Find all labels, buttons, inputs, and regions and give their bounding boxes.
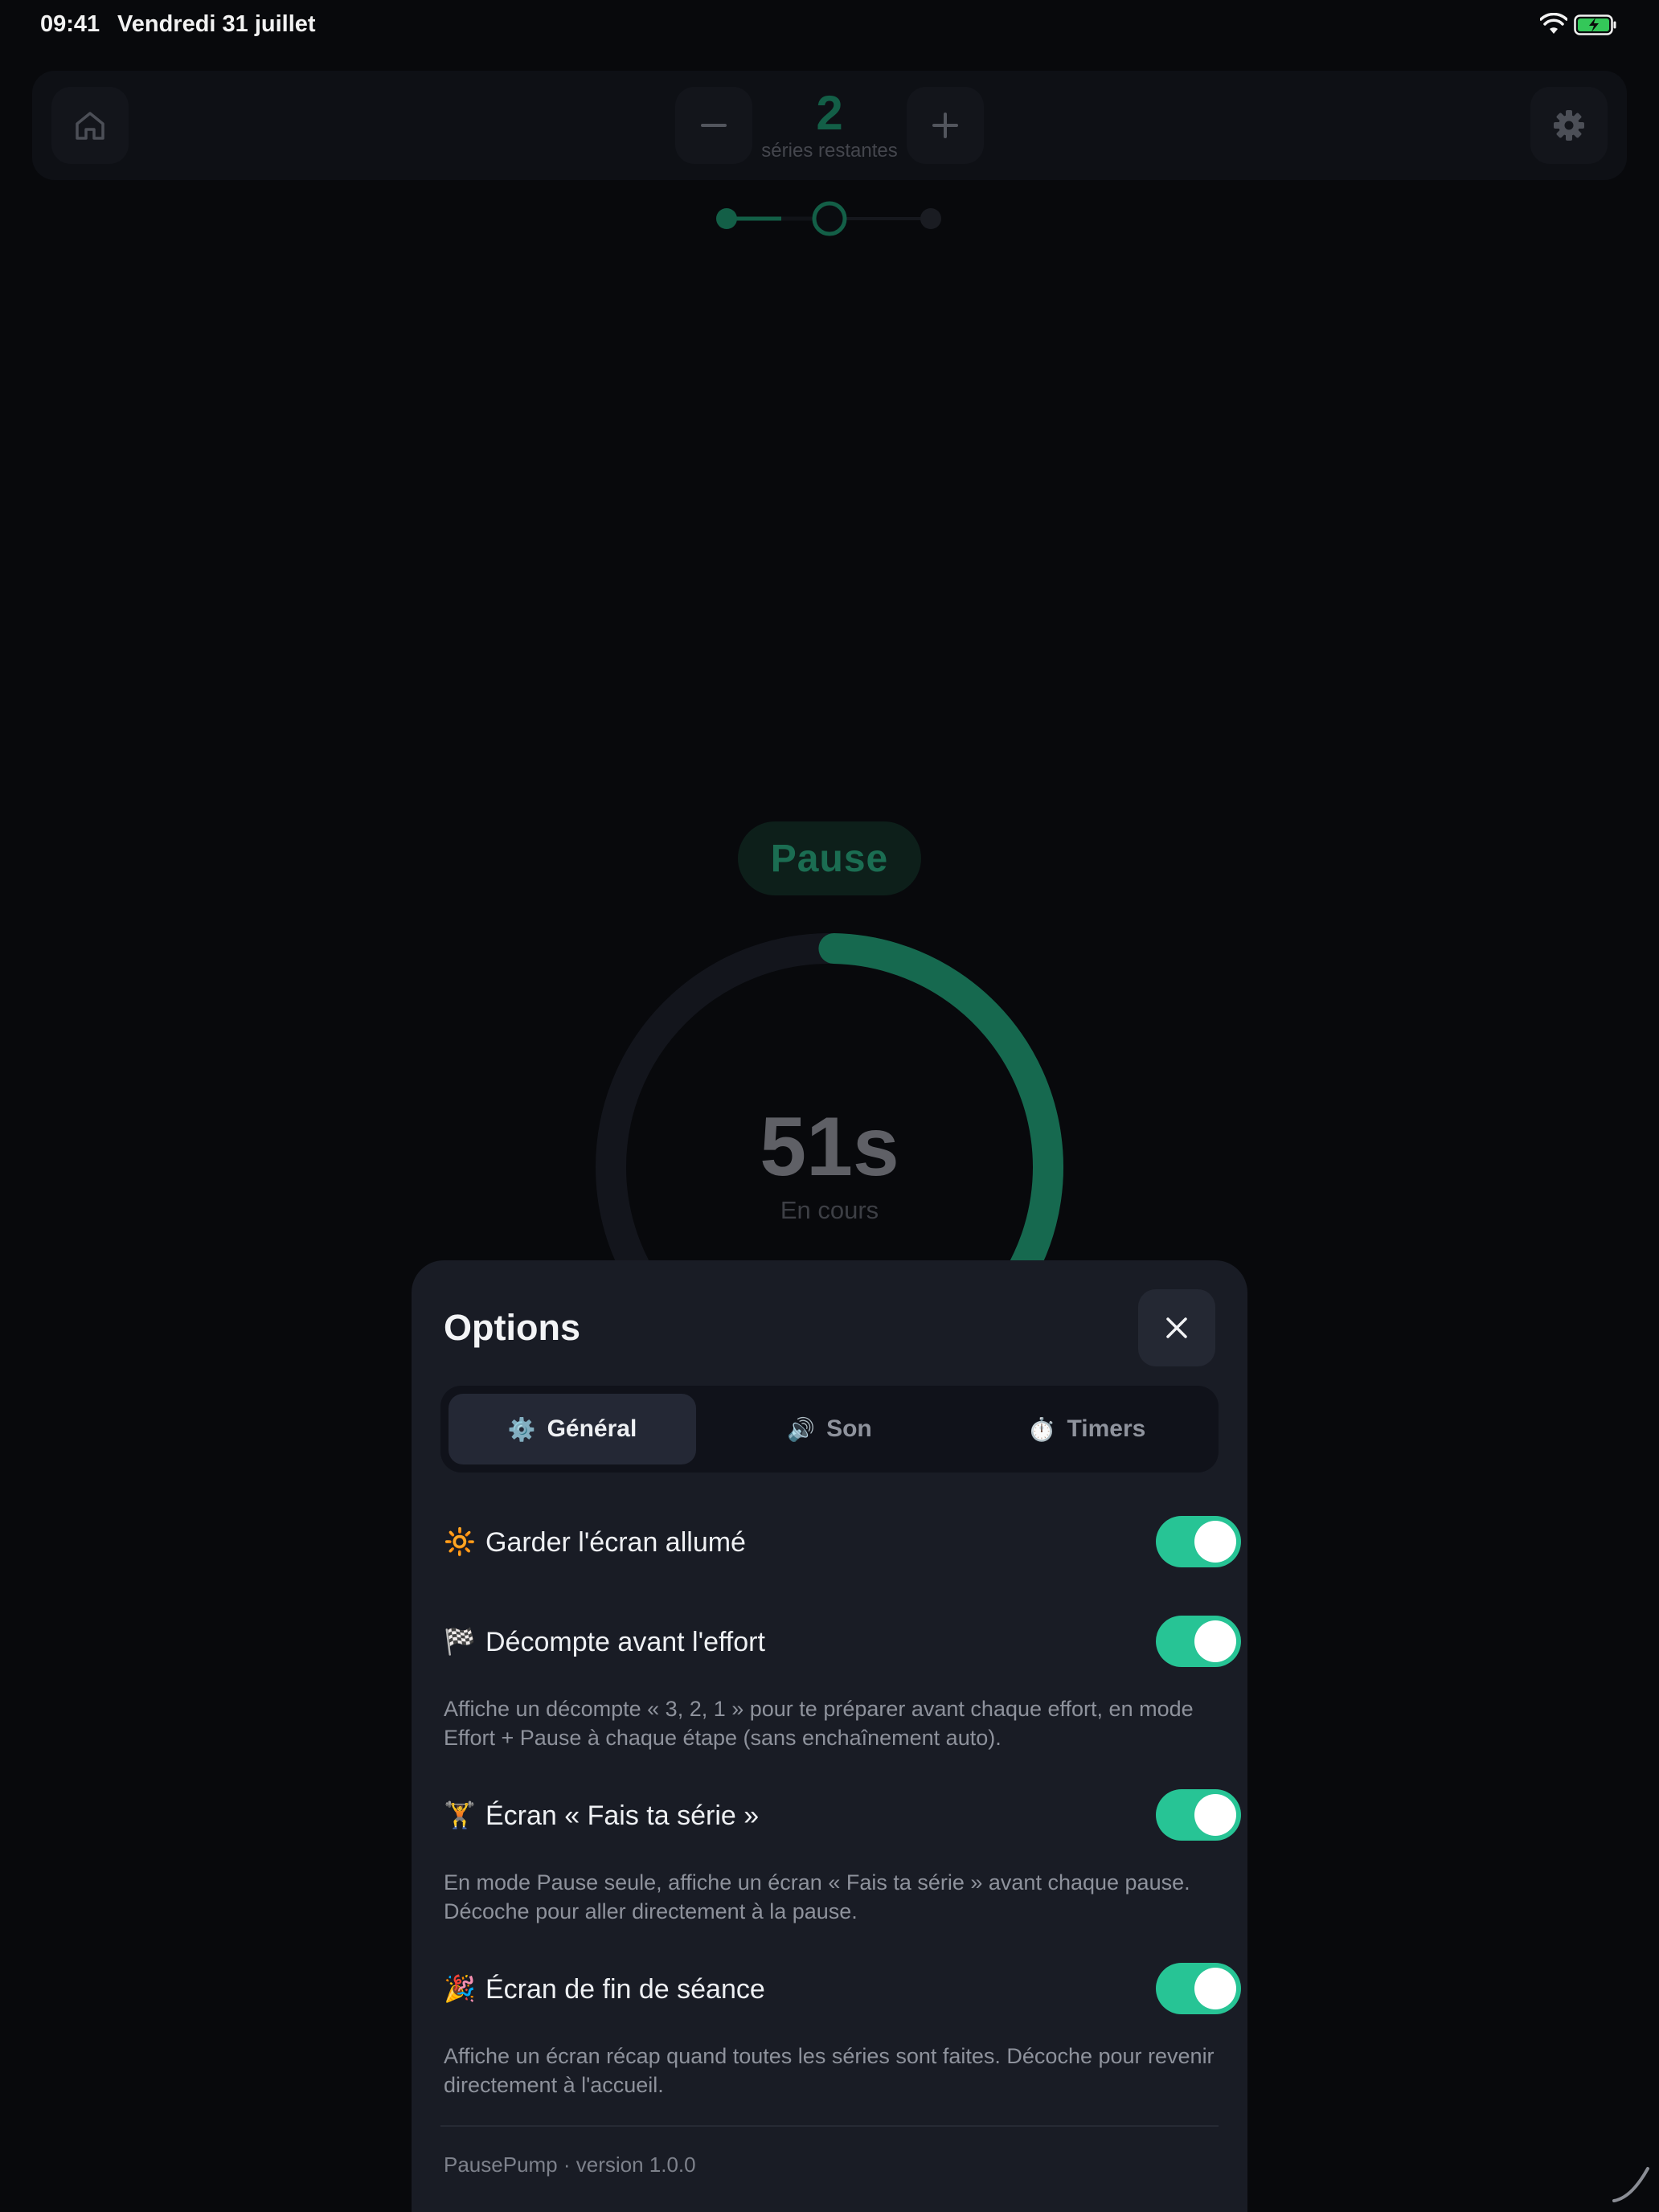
sun-icon: 🔆 xyxy=(444,1527,476,1556)
setting-description: Affiche un écran récap quand toutes les … xyxy=(444,2044,1215,2097)
keep-screen-on-toggle[interactable] xyxy=(1156,1516,1241,1567)
setting-description: En mode Pause seule, affiche un écran « … xyxy=(444,1870,1190,1923)
timer-status: En cours xyxy=(780,1196,879,1224)
divider xyxy=(440,2125,1219,2127)
progress-step-current xyxy=(812,201,847,236)
series-remaining-count: 2 xyxy=(816,86,843,140)
tab-label: Timers xyxy=(1067,1415,1146,1442)
wifi-icon xyxy=(1540,13,1567,34)
setting-countdown-before-effort: 🏁 Décompte avant l'effort xyxy=(444,1616,1241,1667)
increase-series-button[interactable] xyxy=(907,87,984,164)
timer-value: 51s xyxy=(760,1100,899,1194)
status-bar: 09:41 Vendredi 31 juillet xyxy=(0,0,1659,51)
toggle-knob xyxy=(1194,1620,1236,1662)
toggle-knob xyxy=(1194,1968,1236,2009)
do-your-set-toggle[interactable] xyxy=(1156,1789,1241,1841)
status-date: Vendredi 31 juillet xyxy=(117,11,316,37)
setting-keep-screen-on: 🔆 Garder l'écran allumé xyxy=(444,1516,1241,1567)
weightlifter-icon: 🏋️ xyxy=(444,1800,476,1829)
speaker-icon: 🔊 xyxy=(787,1416,816,1442)
series-progress-steps xyxy=(716,201,941,236)
options-modal: Options ⚙️ Général 🔊 Son ⏱️ Timers 🔆 Gar… xyxy=(412,1260,1247,2212)
tab-label: Général xyxy=(547,1415,637,1442)
tab-label: Son xyxy=(826,1415,872,1442)
progress-step-upcoming xyxy=(920,208,941,229)
party-popper-icon: 🎉 xyxy=(444,1974,476,2003)
checkered-flag-icon: 🏁 xyxy=(444,1627,476,1656)
setting-label: Garder l'écran allumé xyxy=(485,1527,746,1558)
phase-badge: Pause xyxy=(738,821,921,895)
battery-charging-icon xyxy=(1574,14,1616,35)
top-bar: 2 séries restantes xyxy=(32,71,1627,180)
settings-button[interactable] xyxy=(1530,87,1608,164)
modal-title: Options xyxy=(444,1307,580,1348)
toggle-knob xyxy=(1194,1521,1236,1563)
setting-label: Décompte avant l'effort xyxy=(485,1627,765,1657)
tab-son[interactable]: 🔊 Son xyxy=(706,1394,953,1464)
close-icon xyxy=(1166,1317,1187,1338)
setting-end-of-session-screen: 🎉 Écran de fin de séance xyxy=(444,1963,1241,2014)
end-of-session-toggle[interactable] xyxy=(1156,1963,1241,2014)
progress-step-done xyxy=(716,208,737,229)
setting-label: Écran de fin de séance xyxy=(485,1974,765,2005)
countdown-toggle[interactable] xyxy=(1156,1616,1241,1667)
setting-label: Écran « Fais ta série » xyxy=(485,1800,760,1831)
gear-icon: ⚙️ xyxy=(507,1416,536,1442)
tab-general[interactable]: ⚙️ Général xyxy=(449,1394,696,1464)
app-version: PausePump · version 1.0.0 xyxy=(444,2153,696,2177)
setting-do-your-set-screen: 🏋️ Écran « Fais ta série » xyxy=(444,1789,1241,1841)
resize-handle-icon[interactable] xyxy=(1608,2159,1656,2207)
options-tab-bar: ⚙️ Général 🔊 Son ⏱️ Timers xyxy=(440,1386,1219,1473)
toggle-knob xyxy=(1194,1794,1236,1836)
status-time: 09:41 xyxy=(40,11,100,37)
setting-description: Affiche un décompte « 3, 2, 1 » pour te … xyxy=(444,1697,1194,1750)
close-button[interactable] xyxy=(1138,1289,1215,1366)
series-remaining-label: séries restantes xyxy=(761,140,898,162)
stopwatch-icon: ⏱️ xyxy=(1027,1416,1056,1442)
plus-icon xyxy=(932,113,958,138)
tab-timers[interactable]: ⏱️ Timers xyxy=(963,1394,1210,1464)
gear-icon xyxy=(1554,110,1584,141)
